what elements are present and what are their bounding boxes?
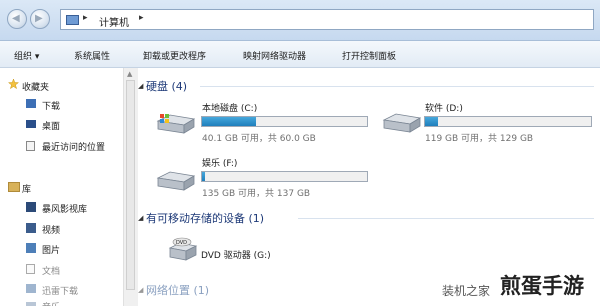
drive-c-usage-fill: [202, 117, 257, 126]
scroll-up-icon[interactable]: ▲: [127, 70, 132, 78]
sidebar-item-pictures[interactable]: 图片: [42, 243, 60, 256]
drive-d-size: 119 GB 可用，共 129 GB: [425, 134, 534, 144]
sidebar-item-thunder-downloads[interactable]: 迅雷下载: [42, 284, 78, 297]
videos-icon: [26, 223, 36, 233]
drive-f-usage-fill: [202, 172, 206, 181]
drive-d-usage-fill: [425, 117, 439, 126]
group-hard-disks[interactable]: 硬盘 (4): [146, 78, 187, 94]
libraries-icon: [8, 182, 20, 192]
navigation-pane: 收藏夹 下载 桌面 最近访问的位置 库 暴风影视库 视频 图片 文档 迅雷下载 …: [0, 68, 122, 306]
drive-c-name[interactable]: 本地磁盘 (C:): [202, 101, 257, 114]
dvd-drive-name[interactable]: DVD 驱动器 (G:): [201, 248, 271, 261]
computer-icon: [66, 15, 79, 25]
desktop-icon: [26, 120, 36, 128]
scrollbar-thumb[interactable]: [126, 80, 135, 290]
media-library-icon: [26, 202, 36, 212]
back-arrow-icon: ◀: [12, 13, 20, 24]
group-divider: [298, 218, 594, 219]
system-properties-button[interactable]: 系统属性: [74, 49, 110, 62]
windows-drive-icon: [156, 114, 196, 134]
map-network-drive-button[interactable]: 映射网络驱动器: [243, 49, 306, 62]
address-bar[interactable]: ▸ 计算机 ▸: [60, 9, 594, 30]
drive-c-usage-bar: [201, 116, 368, 127]
group-removable-storage[interactable]: 有可移动存储的设备 (1): [146, 210, 264, 226]
watermark-right-text: 煎蛋手游: [500, 274, 584, 298]
download-folder-icon: [26, 99, 36, 108]
hard-drive-icon: [156, 171, 196, 191]
group-divider: [200, 86, 594, 87]
music-icon: [26, 302, 36, 306]
open-control-panel-button[interactable]: 打开控制面板: [342, 49, 396, 62]
forward-button[interactable]: ▶: [30, 9, 50, 29]
drive-c-size: 40.1 GB 可用，共 60.0 GB: [202, 134, 316, 144]
collapse-chevron-icon[interactable]: ◢: [138, 214, 143, 222]
sidebar-item-recent-places[interactable]: 最近访问的位置: [42, 140, 105, 153]
sidebar-item-downloads[interactable]: 下载: [42, 99, 60, 112]
sidebar-favorites-header[interactable]: 收藏夹: [22, 80, 49, 93]
sidebar-libraries-header[interactable]: 库: [22, 182, 31, 195]
drive-d-name[interactable]: 软件 (D:): [425, 101, 463, 114]
back-button[interactable]: ◀: [7, 9, 27, 29]
forward-arrow-icon: ▶: [35, 13, 43, 24]
sidebar-item-media-library[interactable]: 暴风影视库: [42, 202, 87, 215]
breadcrumb-computer[interactable]: 计算机: [99, 14, 129, 29]
favorites-star-icon: [8, 79, 19, 89]
drive-f-size: 135 GB 可用，共 137 GB: [202, 189, 311, 199]
sidebar-item-music[interactable]: 音乐: [42, 300, 60, 306]
sidebar-item-desktop[interactable]: 桌面: [42, 119, 60, 132]
organize-button[interactable]: 组织 ▾: [14, 49, 39, 62]
pictures-icon: [26, 243, 36, 253]
drive-f-usage-bar: [201, 171, 368, 182]
svg-text:DVD: DVD: [176, 240, 187, 246]
sidebar-item-documents[interactable]: 文档: [42, 264, 60, 277]
collapse-chevron-icon[interactable]: ◢: [138, 82, 143, 90]
uninstall-program-button[interactable]: 卸载或更改程序: [143, 49, 206, 62]
breadcrumb-separator[interactable]: ▸: [139, 13, 144, 23]
hard-drive-icon: [382, 113, 422, 133]
sidebar-item-videos[interactable]: 视频: [42, 223, 60, 236]
watermark-left-text: 装机之家: [442, 284, 491, 298]
drive-d-usage-bar: [424, 116, 592, 127]
recent-places-icon: [26, 141, 35, 151]
thunder-download-icon: [26, 284, 36, 293]
documents-icon: [26, 264, 35, 274]
drive-f-name[interactable]: 娱乐 (F:): [202, 156, 237, 169]
command-toolbar: 组织 ▾ 系统属性 卸载或更改程序 映射网络驱动器 打开控制面板: [0, 41, 600, 68]
dvd-drive-icon: DVD: [168, 237, 198, 261]
group-network-locations[interactable]: 网络位置 (1): [146, 282, 209, 298]
watermark: 装机之家 煎蛋手游: [442, 268, 600, 306]
title-navigation-bar: ◀ ▶ ▸ 计算机 ▸: [0, 0, 600, 41]
sidebar-scrollbar[interactable]: ▲: [123, 68, 138, 306]
breadcrumb-separator[interactable]: ▸: [83, 13, 88, 23]
collapse-chevron-icon[interactable]: ◢: [138, 286, 143, 294]
